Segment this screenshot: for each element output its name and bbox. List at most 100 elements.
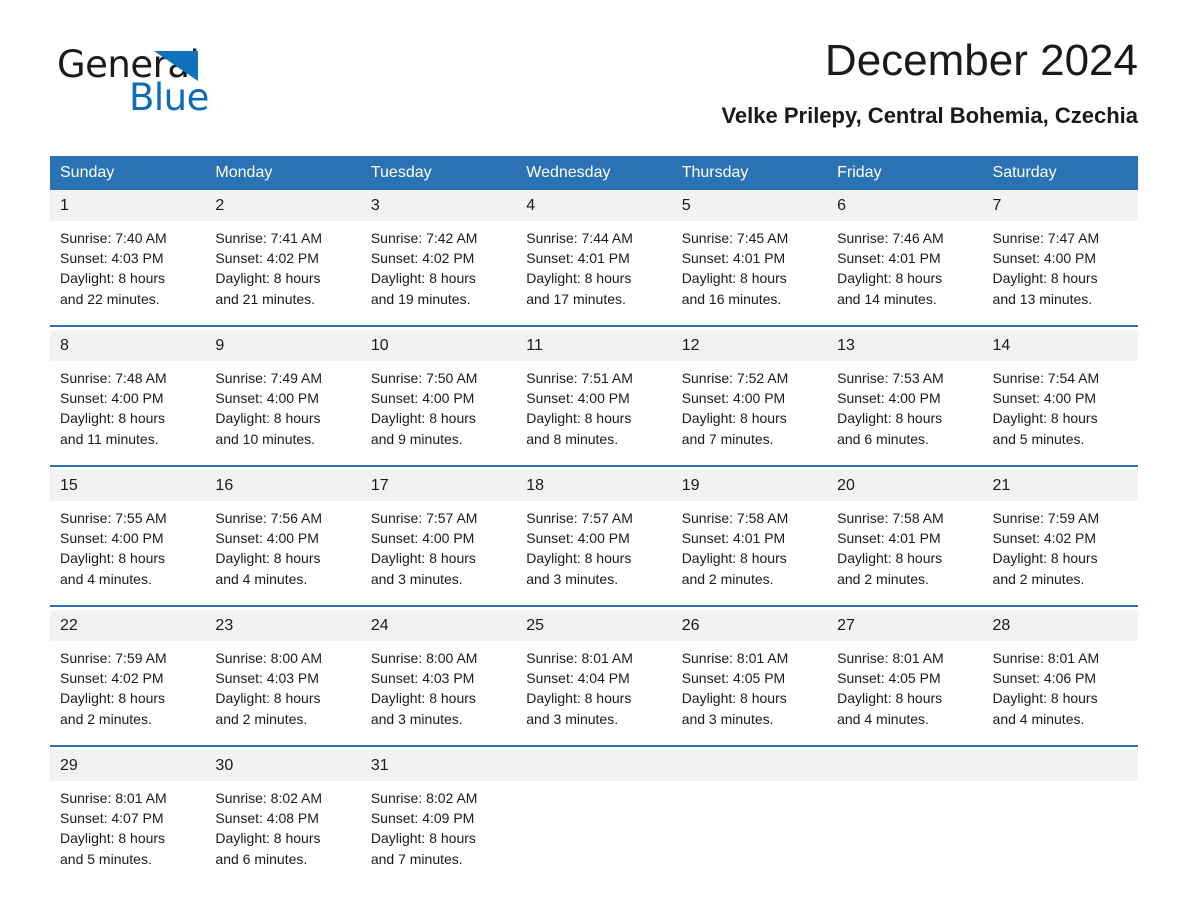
sunrise-text: Sunrise: 7:51 AM xyxy=(526,370,633,386)
weekday-header-saturday: Saturday xyxy=(982,156,1138,190)
day-number: 24 xyxy=(360,610,517,641)
sunrise-text: Sunrise: 7:45 AM xyxy=(681,230,789,246)
calendar-week-row: 1 Sunrise: 7:40 AM Sunset: 4:03 PM Daylight… xyxy=(50,190,1138,326)
calendar-day-cell[interactable]: 6 Sunrise: 7:46 AM Sunset: 4:01 PM Daylight… xyxy=(827,190,983,326)
day-number xyxy=(516,750,672,781)
sunrise-text: Sunrise: 7:57 AM xyxy=(370,510,478,526)
calendar-day-cell[interactable]: 29 Sunrise: 8:01 AM Sunset: 4:07 PM Dayligh… xyxy=(50,750,206,885)
day-number: 6 xyxy=(827,190,983,221)
day-details: Sunrise: 7:45 AM Sunset: 4:01 PM Daylight:… xyxy=(672,221,827,309)
calendar-day-cell[interactable]: 15 Sunrise: 7:55 AM Sunset: 4:00 PM Dayligh… xyxy=(50,470,206,606)
daylight-text-line2: and 7 minutes. xyxy=(681,430,774,447)
calendar-day-cell[interactable]: 8 Sunrise: 7:48 AM Sunset: 4:00 PM Daylight… xyxy=(50,330,206,466)
sunset-text: Sunset: 4:00 PM xyxy=(992,250,1097,267)
calendar-day-cell[interactable]: 16 Sunrise: 7:56 AM Sunset: 4:00 PM Dayligh… xyxy=(205,470,361,606)
day-number: 9 xyxy=(205,330,361,361)
calendar-empty-cell xyxy=(982,750,1138,885)
sunset-text: Sunset: 4:08 PM xyxy=(215,810,319,827)
calendar-day-cell[interactable]: 19 Sunrise: 7:58 AM Sunset: 4:01 PM Dayligh… xyxy=(671,470,828,606)
daylight-text-line2: and 4 minutes. xyxy=(837,710,929,727)
daylight-text-line2: and 16 minutes. xyxy=(681,290,782,307)
daylight-text-line1: Daylight: 8 hours xyxy=(992,410,1098,427)
day-details: Sunrise: 8:01 AM Sunset: 4:07 PM Daylight:… xyxy=(50,781,205,869)
daylight-text-line2: and 10 minutes. xyxy=(215,430,316,447)
sunrise-text: Sunrise: 7:41 AM xyxy=(215,230,323,246)
page-subtitle: Velke Prilepy, Central Bohemia, Czechia xyxy=(721,103,1138,128)
day-details: Sunrise: 7:57 AM Sunset: 4:00 PM Daylight:… xyxy=(361,501,516,589)
sunset-text: Sunset: 4:03 PM xyxy=(60,250,164,267)
calendar-day-cell[interactable]: 18 Sunrise: 7:57 AM Sunset: 4:00 PM Dayligh… xyxy=(516,470,672,606)
daylight-text-line2: and 2 minutes. xyxy=(837,570,929,587)
calendar-day-cell[interactable]: 14 Sunrise: 7:54 AM Sunset: 4:00 PM Dayligh… xyxy=(982,330,1138,466)
day-number: 10 xyxy=(360,330,517,361)
calendar-day-cell[interactable]: 7 Sunrise: 7:47 AM Sunset: 4:00 PM Daylight… xyxy=(982,190,1138,326)
sunset-text: Sunset: 4:00 PM xyxy=(526,390,630,407)
daylight-text-line2: and 4 minutes. xyxy=(992,710,1085,727)
daylight-text-line2: and 8 minutes. xyxy=(526,430,619,447)
calendar-table: Sunday Monday Tuesday Wednesday Thursday… xyxy=(50,156,1138,907)
daylight-text-line2: and 4 minutes. xyxy=(215,570,308,587)
daylight-text-line2: and 3 minutes. xyxy=(370,570,463,587)
sunrise-text: Sunrise: 7:42 AM xyxy=(370,230,478,246)
page-title: December 2024 xyxy=(824,36,1138,85)
day-details: Sunrise: 7:53 AM Sunset: 4:00 PM Daylight:… xyxy=(827,361,982,449)
calendar-day-cell[interactable]: 9 Sunrise: 7:49 AM Sunset: 4:00 PM Daylight… xyxy=(205,330,361,466)
calendar-day-cell[interactable]: 1 Sunrise: 7:40 AM Sunset: 4:03 PM Daylight… xyxy=(50,190,206,326)
sunset-text: Sunset: 4:03 PM xyxy=(370,670,475,687)
calendar-day-cell[interactable]: 31 Sunrise: 8:02 AM Sunset: 4:09 PM Dayligh… xyxy=(360,750,517,885)
calendar-day-cell[interactable]: 13 Sunrise: 7:53 AM Sunset: 4:00 PM Dayligh… xyxy=(827,330,983,466)
daylight-text-line2: and 2 minutes. xyxy=(215,710,308,727)
daylight-text-line1: Daylight: 8 hours xyxy=(215,270,321,287)
calendar-page: General Blue December 2024 Velke Prilepy… xyxy=(0,0,1188,918)
sunset-text: Sunset: 4:00 PM xyxy=(215,530,319,547)
calendar-day-cell[interactable]: 11 Sunrise: 7:51 AM Sunset: 4:00 PM Dayligh… xyxy=(516,330,672,466)
calendar-day-cell[interactable]: 12 Sunrise: 7:52 AM Sunset: 4:00 PM Dayligh… xyxy=(671,330,828,466)
day-details: Sunrise: 8:00 AM Sunset: 4:03 PM Daylight:… xyxy=(361,641,516,729)
calendar-day-cell[interactable]: 22 Sunrise: 7:59 AM Sunset: 4:02 PM Dayligh… xyxy=(50,610,206,746)
calendar-day-cell[interactable]: 21 Sunrise: 7:59 AM Sunset: 4:02 PM Dayligh… xyxy=(982,470,1138,606)
calendar-bottom-gap-cell xyxy=(50,885,1138,907)
calendar-day-cell[interactable]: 4 Sunrise: 7:44 AM Sunset: 4:01 PM Daylight… xyxy=(516,190,672,326)
daylight-text-line1: Daylight: 8 hours xyxy=(526,690,632,707)
daylight-text-line1: Daylight: 8 hours xyxy=(526,550,632,567)
day-details: Sunrise: 7:44 AM Sunset: 4:01 PM Daylight:… xyxy=(516,221,671,309)
generalblue-logo[interactable]: General Blue xyxy=(57,45,377,135)
daylight-text-line1: Daylight: 8 hours xyxy=(370,270,476,287)
calendar-day-cell[interactable]: 25 Sunrise: 8:01 AM Sunset: 4:04 PM Dayligh… xyxy=(516,610,672,746)
calendar-day-cell[interactable]: 5 Sunrise: 7:45 AM Sunset: 4:01 PM Daylight… xyxy=(671,190,828,326)
day-number: 31 xyxy=(360,750,517,781)
calendar-day-cell[interactable]: 2 Sunrise: 7:41 AM Sunset: 4:02 PM Daylight… xyxy=(205,190,361,326)
calendar-day-cell[interactable]: 28 Sunrise: 8:01 AM Sunset: 4:06 PM Dayligh… xyxy=(982,610,1138,746)
calendar-day-cell[interactable]: 17 Sunrise: 7:57 AM Sunset: 4:00 PM Dayligh… xyxy=(360,470,517,606)
sunrise-text: Sunrise: 8:00 AM xyxy=(370,650,478,666)
day-details: Sunrise: 7:59 AM Sunset: 4:02 PM Daylight:… xyxy=(983,501,1138,589)
day-details: Sunrise: 8:01 AM Sunset: 4:05 PM Daylight:… xyxy=(672,641,827,729)
calendar-day-cell[interactable]: 30 Sunrise: 8:02 AM Sunset: 4:08 PM Dayligh… xyxy=(205,750,361,885)
day-number: 26 xyxy=(671,610,828,641)
calendar-day-cell[interactable]: 27 Sunrise: 8:01 AM Sunset: 4:05 PM Dayligh… xyxy=(827,610,983,746)
day-number: 21 xyxy=(982,470,1138,501)
day-number: 1 xyxy=(50,190,206,221)
sunrise-text: Sunrise: 7:56 AM xyxy=(215,510,323,526)
sunset-text: Sunset: 4:00 PM xyxy=(215,390,319,407)
calendar-week-row: 8 Sunrise: 7:48 AM Sunset: 4:00 PM Daylight… xyxy=(50,330,1138,466)
daylight-text-line1: Daylight: 8 hours xyxy=(681,410,787,427)
calendar-day-cell[interactable]: 26 Sunrise: 8:01 AM Sunset: 4:05 PM Dayligh… xyxy=(671,610,828,746)
daylight-text-line2: and 5 minutes. xyxy=(60,850,152,867)
calendar-day-cell[interactable]: 10 Sunrise: 7:50 AM Sunset: 4:00 PM Dayligh… xyxy=(360,330,517,466)
sunset-text: Sunset: 4:02 PM xyxy=(60,670,164,687)
day-number: 20 xyxy=(827,470,983,501)
sunset-text: Sunset: 4:02 PM xyxy=(215,250,319,267)
calendar-day-cell[interactable]: 20 Sunrise: 7:58 AM Sunset: 4:01 PM Dayligh… xyxy=(827,470,983,606)
sunrise-text: Sunrise: 7:44 AM xyxy=(526,230,633,246)
day-details: Sunrise: 7:49 AM Sunset: 4:00 PM Daylight:… xyxy=(205,361,360,449)
daylight-text-line1: Daylight: 8 hours xyxy=(60,690,166,707)
sunrise-text: Sunrise: 7:47 AM xyxy=(992,230,1100,246)
sunrise-text: Sunrise: 7:58 AM xyxy=(837,510,944,526)
day-details: Sunrise: 7:55 AM Sunset: 4:00 PM Daylight:… xyxy=(50,501,205,589)
daylight-text-line2: and 11 minutes. xyxy=(60,430,159,447)
sunset-text: Sunset: 4:06 PM xyxy=(992,670,1097,687)
calendar-day-cell[interactable]: 3 Sunrise: 7:42 AM Sunset: 4:02 PM Daylight… xyxy=(360,190,517,326)
calendar-day-cell[interactable]: 24 Sunrise: 8:00 AM Sunset: 4:03 PM Dayligh… xyxy=(360,610,517,746)
calendar-day-cell[interactable]: 23 Sunrise: 8:00 AM Sunset: 4:03 PM Dayligh… xyxy=(205,610,361,746)
